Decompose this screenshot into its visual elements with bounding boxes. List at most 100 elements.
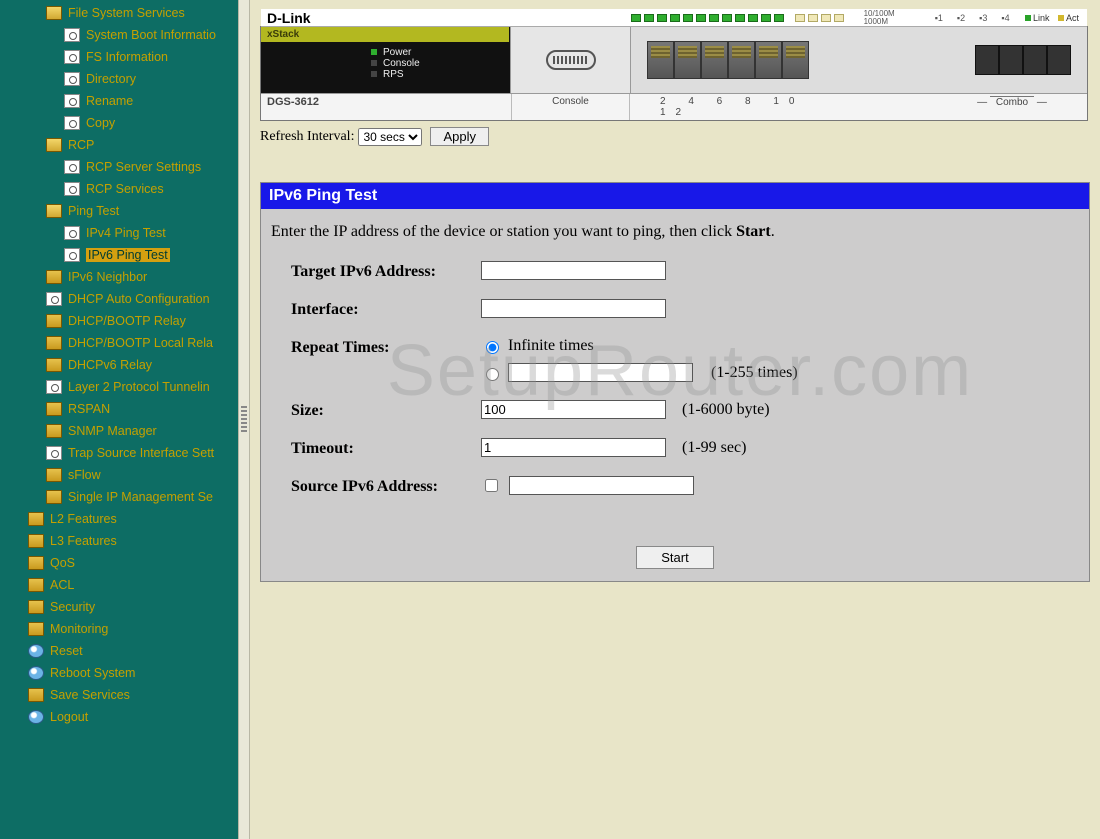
doc-icon: [64, 248, 80, 262]
repeat-hint: (1-255 times): [711, 364, 798, 382]
sidebar-item-label: RCP Services: [86, 182, 164, 196]
folder-closed-icon: [28, 622, 44, 636]
sidebar-item[interactable]: Reboot System: [0, 662, 238, 684]
folder-closed-icon: [46, 490, 62, 504]
sidebar-nav: File System ServicesSystem Boot Informat…: [0, 0, 238, 839]
splitter[interactable]: [238, 0, 250, 839]
folder-closed-icon: [28, 512, 44, 526]
sidebar-item-label: SNMP Manager: [68, 424, 157, 438]
sidebar-item[interactable]: Trap Source Interface Sett: [0, 442, 238, 464]
repeat-infinite-label: Infinite times: [508, 337, 594, 355]
sidebar-item-label: DHCP Auto Configuration: [68, 292, 210, 306]
repeat-count-radio[interactable]: [486, 368, 499, 381]
sidebar-item[interactable]: Ping Test: [0, 200, 238, 222]
mode-indicators: ▪1 ▪2 ▪3 ▪4: [935, 13, 1010, 23]
sidebar-item[interactable]: Copy: [0, 112, 238, 134]
brand-label: D-Link: [261, 10, 311, 26]
sidebar-item-label: ACL: [50, 578, 74, 592]
sidebar-item[interactable]: ACL: [0, 574, 238, 596]
sidebar-item-label: Copy: [86, 116, 115, 130]
sidebar-item[interactable]: RSPAN: [0, 398, 238, 420]
target-address-input[interactable]: [481, 261, 666, 280]
sidebar-item[interactable]: RCP Server Settings: [0, 156, 238, 178]
sidebar-item-label: RSPAN: [68, 402, 110, 416]
sidebar-item[interactable]: DHCP/BOOTP Relay: [0, 310, 238, 332]
sidebar-item-label: Single IP Management Se: [68, 490, 213, 504]
sidebar-item[interactable]: L2 Features: [0, 508, 238, 530]
sidebar-item[interactable]: SNMP Manager: [0, 420, 238, 442]
size-input[interactable]: [481, 400, 666, 419]
folder-open-icon: [46, 204, 62, 218]
sidebar-item-label: DHCP/BOOTP Relay: [68, 314, 186, 328]
globe-icon: [28, 710, 44, 724]
sidebar-item[interactable]: sFlow: [0, 464, 238, 486]
repeat-count-input[interactable]: [508, 363, 693, 382]
folder-open-icon: [46, 138, 62, 152]
sidebar-item[interactable]: IPv6 Ping Test: [0, 244, 238, 266]
sidebar-item[interactable]: DHCP Auto Configuration: [0, 288, 238, 310]
doc-icon: [64, 160, 80, 174]
source-address-label: Source IPv6 Address:: [291, 476, 481, 496]
sidebar-item[interactable]: FS Information: [0, 46, 238, 68]
sidebar-item-label: Trap Source Interface Sett: [68, 446, 214, 460]
panel-title: IPv6 Ping Test: [261, 183, 1089, 209]
sidebar-item[interactable]: QoS: [0, 552, 238, 574]
sidebar-item[interactable]: Layer 2 Protocol Tunnelin: [0, 376, 238, 398]
timeout-label: Timeout:: [291, 438, 481, 458]
sidebar-item[interactable]: DHCP/BOOTP Local Rela: [0, 332, 238, 354]
sidebar-item[interactable]: File System Services: [0, 2, 238, 24]
folder-closed-icon: [28, 556, 44, 570]
doc-icon: [64, 226, 80, 240]
folder-closed-icon: [46, 424, 62, 438]
sidebar-item-label: FS Information: [86, 50, 168, 64]
sidebar-item-label: Rename: [86, 94, 133, 108]
sidebar-item[interactable]: IPv4 Ping Test: [0, 222, 238, 244]
sidebar-item[interactable]: Monitoring: [0, 618, 238, 640]
doc-icon: [46, 446, 62, 460]
sidebar-item[interactable]: Logout: [0, 706, 238, 728]
drag-handle-icon: [241, 406, 247, 434]
sidebar-item[interactable]: Single IP Management Se: [0, 486, 238, 508]
sidebar-item[interactable]: Rename: [0, 90, 238, 112]
sidebar-item-label: RCP: [68, 138, 94, 152]
sidebar-item[interactable]: System Boot Informatio: [0, 24, 238, 46]
ethernet-ports: [647, 41, 809, 79]
source-address-input[interactable]: [509, 476, 694, 495]
sidebar-item-label: IPv6 Ping Test: [86, 248, 170, 262]
model-label: DGS-3612: [261, 94, 511, 120]
sidebar-item-label: Logout: [50, 710, 88, 724]
sidebar-item[interactable]: Security: [0, 596, 238, 618]
combo-ports: [975, 45, 1071, 75]
sidebar-item[interactable]: IPv6 Neighbor: [0, 266, 238, 288]
timeout-input[interactable]: [481, 438, 666, 457]
refresh-interval-select[interactable]: 30 secs: [358, 128, 422, 146]
sidebar-item-label: IPv4 Ping Test: [86, 226, 166, 240]
folder-closed-icon: [28, 578, 44, 592]
sidebar-item-label: RCP Server Settings: [86, 160, 201, 174]
console-led: Console: [371, 58, 510, 69]
doc-icon: [46, 380, 62, 394]
sidebar-item-label: Save Services: [50, 688, 130, 702]
globe-icon: [28, 666, 44, 680]
source-enable-checkbox[interactable]: [485, 479, 498, 492]
start-button[interactable]: Start: [636, 546, 713, 569]
sidebar-item[interactable]: RCP Services: [0, 178, 238, 200]
interface-input[interactable]: [481, 299, 666, 318]
sidebar-item[interactable]: Save Services: [0, 684, 238, 706]
sidebar-item[interactable]: RCP: [0, 134, 238, 156]
target-address-label: Target IPv6 Address:: [291, 261, 481, 281]
folder-closed-icon: [28, 600, 44, 614]
sidebar-item[interactable]: Reset: [0, 640, 238, 662]
ipv6-ping-panel: IPv6 Ping Test Enter the IP address of t…: [260, 182, 1090, 582]
rps-led: RPS: [371, 69, 510, 80]
apply-button[interactable]: Apply: [430, 127, 489, 146]
folder-closed-icon: [46, 402, 62, 416]
port-led-strip: [631, 14, 844, 22]
repeat-label: Repeat Times:: [291, 337, 481, 357]
sidebar-item[interactable]: L3 Features: [0, 530, 238, 552]
sidebar-item[interactable]: DHCPv6 Relay: [0, 354, 238, 376]
doc-icon: [64, 28, 80, 42]
sidebar-item[interactable]: Directory: [0, 68, 238, 90]
folder-closed-icon: [28, 534, 44, 548]
repeat-infinite-radio[interactable]: [486, 341, 499, 354]
